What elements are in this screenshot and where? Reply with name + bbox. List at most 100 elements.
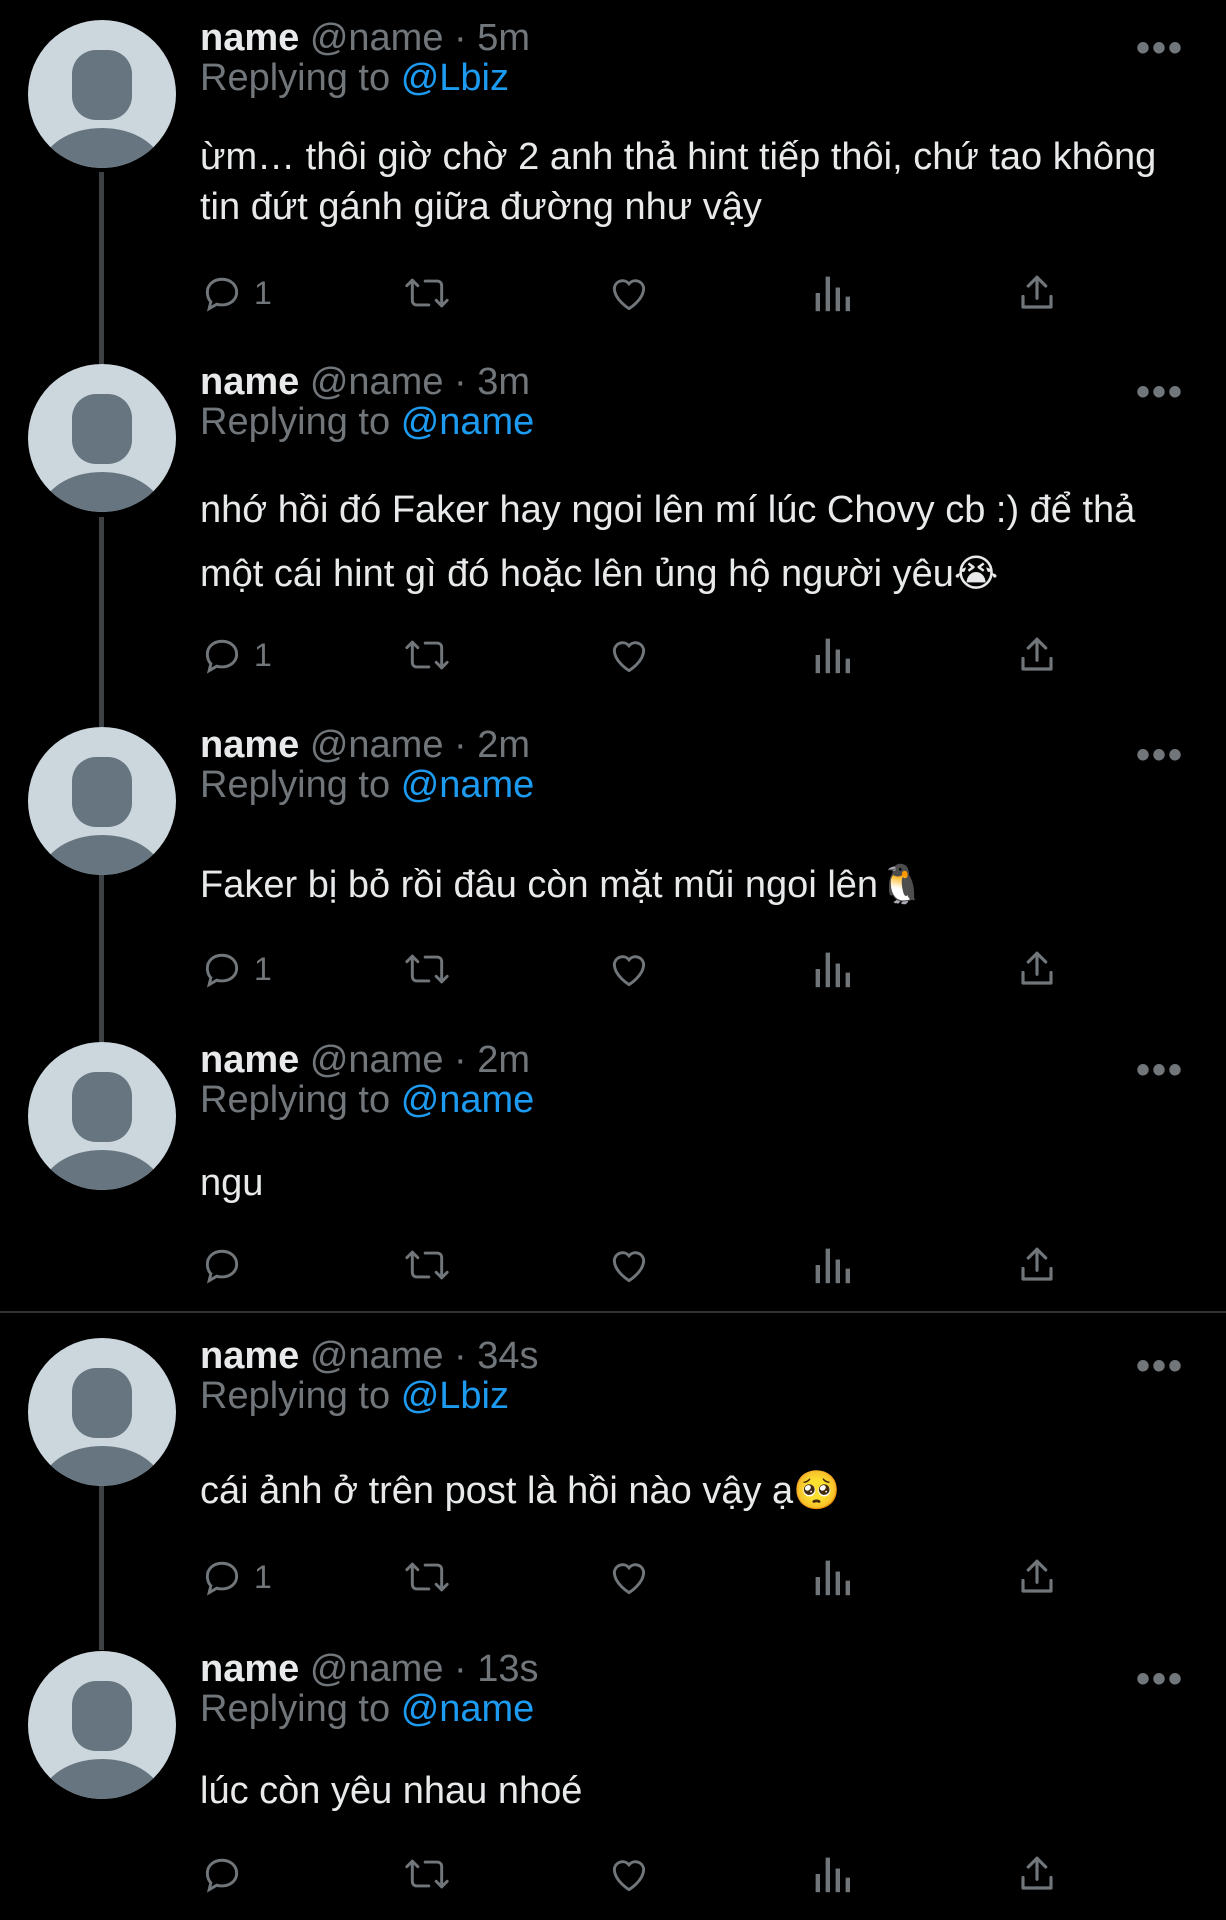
views-button[interactable] bbox=[812, 630, 852, 680]
like-button[interactable] bbox=[606, 630, 652, 680]
avatar[interactable] bbox=[28, 1338, 176, 1486]
share-button[interactable] bbox=[1016, 1849, 1058, 1899]
reply-count: 1 bbox=[254, 1558, 272, 1595]
views-button[interactable] bbox=[812, 1240, 852, 1290]
reply-icon bbox=[205, 1249, 239, 1284]
like-icon bbox=[612, 279, 646, 311]
views-button[interactable] bbox=[812, 268, 852, 318]
timestamp[interactable]: 5m bbox=[477, 17, 530, 59]
reply-icon bbox=[205, 1561, 239, 1596]
action-bar bbox=[200, 1849, 1100, 1899]
more-icon[interactable]: ••• bbox=[1136, 28, 1184, 68]
action-bar bbox=[200, 1240, 1100, 1290]
mention-link[interactable]: @name bbox=[401, 1688, 535, 1730]
retweet-icon bbox=[405, 954, 449, 984]
display-name[interactable]: name bbox=[200, 17, 299, 59]
section-divider bbox=[0, 1311, 1226, 1313]
separator-dot: · bbox=[454, 1039, 467, 1081]
replying-prefix: Replying to bbox=[200, 401, 391, 443]
avatar[interactable] bbox=[28, 1042, 176, 1190]
user-handle[interactable]: @name bbox=[310, 361, 444, 403]
display-name[interactable]: name bbox=[200, 361, 299, 403]
replying-to: Replying to @name bbox=[200, 761, 534, 809]
thread-line bbox=[99, 875, 104, 1045]
more-icon[interactable]: ••• bbox=[1136, 1346, 1184, 1386]
user-handle[interactable]: @name bbox=[310, 1039, 444, 1081]
timestamp[interactable]: 2m bbox=[477, 724, 530, 766]
more-icon[interactable]: ••• bbox=[1136, 735, 1184, 775]
views-icon bbox=[815, 952, 850, 988]
timestamp[interactable]: 34s bbox=[477, 1335, 538, 1377]
share-button[interactable] bbox=[1016, 944, 1058, 994]
tweet-text: nhớ hồi đó Faker hay ngoi lên mí lúc Cho… bbox=[200, 489, 1136, 595]
display-name[interactable]: name bbox=[200, 1039, 299, 1081]
action-bar: 1 bbox=[200, 630, 1100, 680]
reply-button[interactable] bbox=[200, 1240, 254, 1290]
reply-button[interactable]: 1 bbox=[200, 1552, 272, 1602]
timestamp[interactable]: 13s bbox=[477, 1648, 538, 1690]
user-handle[interactable]: @name bbox=[310, 1335, 444, 1377]
avatar[interactable] bbox=[28, 20, 176, 168]
user-handle[interactable]: @name bbox=[310, 17, 444, 59]
display-name[interactable]: name bbox=[200, 724, 299, 766]
user-handle[interactable]: @name bbox=[310, 1648, 444, 1690]
retweet-button[interactable] bbox=[402, 1552, 452, 1602]
default-avatar-icon bbox=[42, 50, 162, 168]
views-icon bbox=[815, 276, 850, 312]
like-button[interactable] bbox=[606, 944, 652, 994]
separator-dot: · bbox=[454, 1648, 467, 1690]
mention-link[interactable]: @name bbox=[401, 764, 535, 806]
like-button[interactable] bbox=[606, 268, 652, 318]
share-icon bbox=[1021, 637, 1053, 671]
views-button[interactable] bbox=[812, 944, 852, 994]
share-button[interactable] bbox=[1016, 630, 1058, 680]
display-name[interactable]: name bbox=[200, 1648, 299, 1690]
share-button[interactable] bbox=[1016, 1552, 1058, 1602]
default-avatar-icon bbox=[42, 1368, 162, 1486]
retweet-icon bbox=[405, 1859, 449, 1889]
timestamp[interactable]: 3m bbox=[477, 361, 530, 403]
views-button[interactable] bbox=[812, 1552, 852, 1602]
display-name[interactable]: name bbox=[200, 1335, 299, 1377]
share-button[interactable] bbox=[1016, 1240, 1058, 1290]
views-icon bbox=[815, 1857, 850, 1893]
reply-button[interactable]: 1 bbox=[200, 630, 272, 680]
reply-count: 1 bbox=[254, 636, 272, 673]
retweet-icon bbox=[405, 640, 449, 670]
retweet-button[interactable] bbox=[402, 1240, 452, 1290]
reply-button[interactable] bbox=[200, 1849, 254, 1899]
share-button[interactable] bbox=[1016, 268, 1058, 318]
avatar[interactable] bbox=[28, 364, 176, 512]
more-icon[interactable]: ••• bbox=[1136, 1659, 1184, 1699]
share-icon bbox=[1021, 1559, 1053, 1593]
retweet-button[interactable] bbox=[402, 268, 452, 318]
like-button[interactable] bbox=[606, 1240, 652, 1290]
share-icon bbox=[1021, 275, 1053, 309]
user-handle[interactable]: @name bbox=[310, 724, 444, 766]
timestamp[interactable]: 2m bbox=[477, 1039, 530, 1081]
reply-button[interactable]: 1 bbox=[200, 268, 272, 318]
replying-prefix: Replying to bbox=[200, 1375, 391, 1417]
avatar[interactable] bbox=[28, 1651, 176, 1799]
replying-prefix: Replying to bbox=[200, 57, 391, 99]
avatar[interactable] bbox=[28, 727, 176, 875]
default-avatar-icon bbox=[42, 394, 162, 512]
retweet-button[interactable] bbox=[402, 1849, 452, 1899]
mention-link[interactable]: @name bbox=[401, 401, 535, 443]
mention-link[interactable]: @name bbox=[401, 1079, 535, 1121]
more-icon[interactable]: ••• bbox=[1136, 1050, 1184, 1090]
like-icon bbox=[612, 1860, 646, 1892]
retweet-button[interactable] bbox=[402, 630, 452, 680]
views-button[interactable] bbox=[812, 1849, 852, 1899]
retweet-button[interactable] bbox=[402, 944, 452, 994]
reply-button[interactable]: 1 bbox=[200, 944, 272, 994]
views-icon bbox=[815, 1248, 850, 1284]
action-bar: 1 bbox=[200, 1552, 1100, 1602]
mention-link[interactable]: @Lbiz bbox=[401, 1375, 509, 1417]
like-button[interactable] bbox=[606, 1552, 652, 1602]
replying-prefix: Replying to bbox=[200, 1079, 391, 1121]
like-button[interactable] bbox=[606, 1849, 652, 1899]
mention-link[interactable]: @Lbiz bbox=[401, 57, 509, 99]
more-icon[interactable]: ••• bbox=[1136, 372, 1184, 412]
replying-to: Replying to @name bbox=[200, 1685, 534, 1733]
